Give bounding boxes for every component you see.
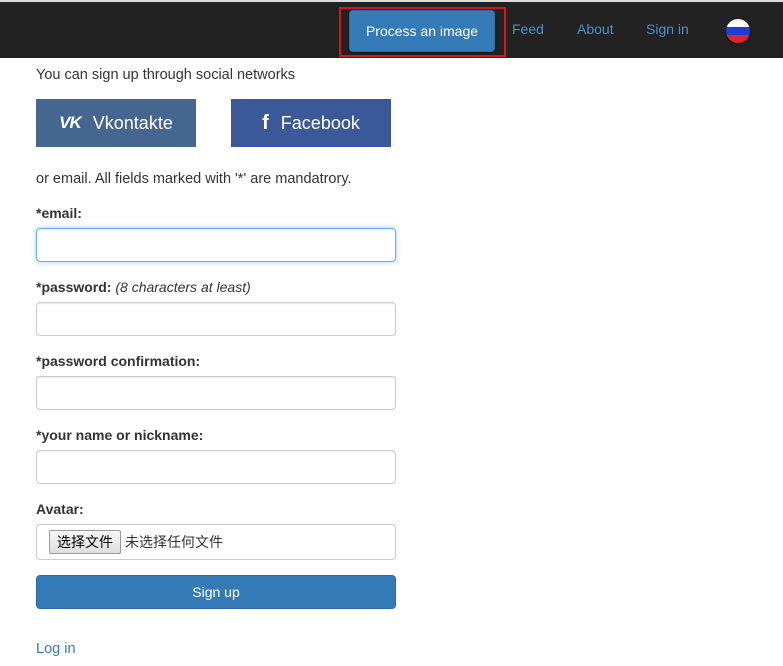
vkontakte-label: Vkontakte (92, 112, 173, 133)
social-intro-text: You can sign up through social networks (36, 67, 296, 83)
password-confirmation-label: *password confirmation: (36, 353, 201, 369)
nav-link-sign-in[interactable]: Sign in (646, 21, 689, 37)
facebook-button[interactable]: f Facebook (231, 99, 391, 147)
nav-link-feed[interactable]: Feed (512, 21, 544, 37)
email-label: *email: (36, 205, 82, 221)
password-field[interactable] (36, 302, 396, 336)
avatar-label: Avatar: (36, 501, 84, 517)
facebook-icon: f (262, 111, 269, 134)
nav-link-about[interactable]: About (577, 21, 614, 37)
password-confirmation-field[interactable] (36, 376, 396, 410)
email-intro-text: or email. All fields marked with '*' are… (36, 171, 352, 187)
file-status-text: 未选择任何文件 (125, 535, 223, 551)
vk-icon: VK (59, 113, 82, 132)
nickname-field[interactable] (36, 450, 396, 484)
process-image-button[interactable]: Process an image (349, 10, 495, 52)
sign-up-button[interactable]: Sign up (36, 575, 396, 609)
top-navbar: Process an image Feed About Sign in (0, 0, 783, 58)
avatar-file-input: 选择文件 未选择任何文件 (36, 524, 396, 560)
choose-file-button[interactable]: 选择文件 (49, 530, 121, 554)
password-hint: (8 characters at least) (115, 279, 251, 295)
nickname-label: *your name or nickname: (36, 427, 204, 443)
log-in-link[interactable]: Log in (36, 641, 76, 657)
vkontakte-button[interactable]: VK Vkontakte (36, 99, 196, 147)
russian-flag-icon[interactable] (726, 19, 750, 43)
facebook-label: Facebook (280, 112, 360, 133)
email-field[interactable] (36, 228, 396, 262)
password-label: *password: (36, 279, 112, 295)
password-label-row: *password: (8 characters at least) (36, 279, 251, 295)
